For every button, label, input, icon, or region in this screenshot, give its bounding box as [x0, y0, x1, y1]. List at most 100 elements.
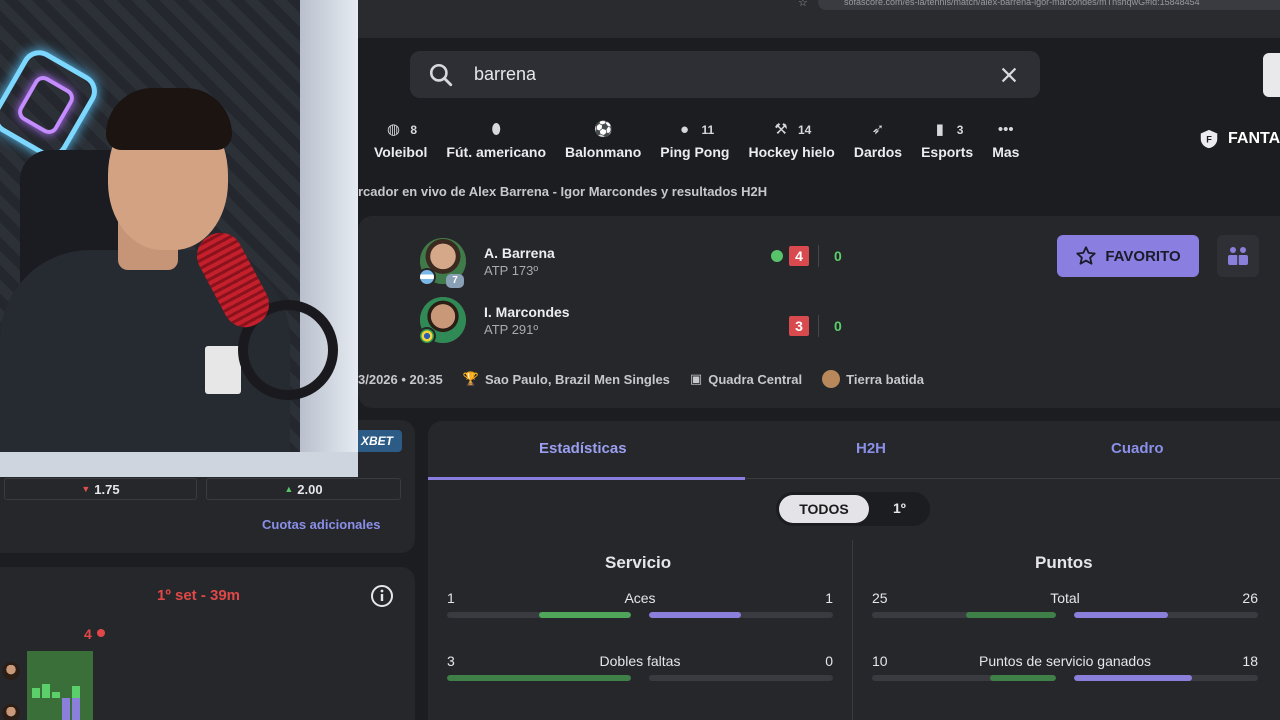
odd-away-value: 2.00 — [297, 481, 323, 497]
american-football-icon: ⬮ — [491, 121, 501, 138]
stat-home-fill — [447, 675, 631, 681]
sport-label: Esports — [921, 144, 974, 160]
stat-row-aces: 1 Aces 1 — [447, 590, 833, 626]
sport-item-esports[interactable]: ▮ 3 Esports — [921, 118, 973, 168]
momentum-graph — [27, 651, 93, 720]
more-odds-link[interactable]: Cuotas adicionales — [262, 517, 380, 532]
momentum-bar — [52, 692, 60, 698]
momentum-score: 4 — [84, 626, 92, 642]
sport-label: Mas — [992, 144, 1020, 160]
compare-players-icon — [1228, 247, 1248, 266]
match-datetime: 3/2026 • 20:35 — [358, 371, 443, 387]
webcam-overlay — [0, 0, 358, 477]
stat-away-value: 0 — [825, 653, 833, 669]
stat-label: Puntos de servicio ganados — [979, 653, 1151, 669]
stat-away-bar — [649, 675, 833, 681]
avatar — [418, 297, 466, 345]
sport-label: Hockey hielo — [748, 144, 835, 160]
bookmark-star-icon[interactable]: ☆ — [798, 0, 808, 9]
tournament-link[interactable]: 🏆 Sao Paulo, Brazil Men Singles — [463, 371, 670, 387]
player-row-home[interactable]: 7 A. Barrena ATP 173º — [418, 238, 555, 288]
player-row-away[interactable]: I. Marcondes ATP 291º — [418, 297, 570, 345]
stat-label: Total — [1050, 590, 1080, 606]
clay-surface-icon — [822, 370, 841, 388]
close-icon[interactable] — [998, 64, 1020, 86]
favorite-button[interactable]: FAVORITO — [1057, 235, 1199, 277]
tab-estadisticas[interactable]: Estadísticas — [539, 440, 627, 457]
stat-label: Dobles faltas — [599, 653, 681, 669]
tab-divider — [745, 478, 1280, 479]
sport-item-balonmano[interactable]: ⚽ Balonmano — [565, 118, 641, 168]
momentum-bar — [42, 684, 50, 698]
sport-count: 3 — [956, 123, 964, 137]
momentum-dot — [97, 629, 105, 637]
player-name: A. Barrena — [484, 244, 555, 261]
momentum-bar — [32, 688, 40, 698]
tab-cuadro[interactable]: Cuadro — [1111, 440, 1164, 457]
sport-count: 11 — [701, 123, 715, 137]
sport-label: Dardos — [853, 144, 903, 160]
score-divider — [818, 315, 819, 337]
stat-away-fill — [1074, 612, 1168, 618]
score-divider — [818, 245, 819, 267]
odd-home-value: 1.75 — [94, 481, 120, 497]
stat-row-dobles-faltas: 3 Dobles faltas 0 — [447, 653, 833, 689]
stat-away-bar — [1074, 675, 1258, 681]
sport-item-dardos[interactable]: ➶ Dardos — [854, 118, 902, 168]
court-icon: ▣ — [689, 371, 703, 386]
match-meta: 3/2026 • 20:35 🏆 Sao Paulo, Brazil Men S… — [358, 370, 944, 388]
sport-item-futbol-americano[interactable]: ⬮ Fút. americano — [446, 118, 546, 168]
momentum-bar — [62, 698, 70, 720]
stat-away-bar — [1074, 612, 1258, 618]
fantasy-label: FANTA — [1228, 130, 1280, 147]
stat-away-value: 1 — [825, 590, 833, 606]
serving-ball-icon — [771, 250, 783, 262]
shirt-logo — [205, 346, 241, 394]
header-button[interactable] — [1263, 53, 1280, 97]
tournament-name: Sao Paulo, Brazil Men Singles — [484, 371, 670, 387]
stat-home-bar — [447, 612, 631, 618]
info-icon[interactable] — [370, 584, 394, 608]
stat-home-bar — [447, 675, 631, 681]
darts-icon: ➶ — [871, 121, 885, 138]
game-score-home: 0 — [834, 248, 842, 264]
odd-away-button[interactable]: ▲ 2.00 — [206, 478, 401, 500]
avatar — [2, 704, 20, 720]
player-name: I. Marcondes — [484, 303, 570, 320]
streamer-hair — [106, 88, 232, 150]
search-input[interactable] — [474, 64, 954, 85]
sport-label: Voleibol — [374, 144, 428, 160]
sport-item-hockey-hielo[interactable]: ⚒ 14 Hockey hielo — [748, 118, 834, 168]
period-todos-button[interactable]: TODOS — [779, 495, 869, 523]
stat-label: Aces — [624, 590, 656, 606]
compare-button[interactable] — [1217, 235, 1259, 277]
sport-count: 14 — [797, 123, 812, 137]
search-bar[interactable] — [410, 51, 1040, 98]
tab-h2h[interactable]: H2H — [856, 440, 886, 457]
sport-label: Balonmano — [565, 144, 642, 160]
volleyball-icon: ◍ — [386, 121, 400, 138]
sport-item-ping-pong[interactable]: ● 11 Ping Pong — [660, 118, 729, 168]
fantasy-link[interactable]: F FANTA — [1198, 128, 1280, 150]
shield-icon: F — [1200, 129, 1218, 149]
stat-home-bar — [872, 675, 1056, 681]
odd-home-button[interactable]: ▼ 1.75 — [4, 478, 197, 500]
sport-item-voleibol[interactable]: ◍ 8 Voleibol — [374, 118, 427, 168]
esports-icon: ▮ — [935, 121, 944, 138]
favorite-label: FAVORITO — [1105, 247, 1181, 265]
bookmaker-logo[interactable]: XBET — [352, 430, 402, 452]
stat-home-fill — [539, 612, 631, 618]
sport-item-mas[interactable]: ••• Mas — [992, 118, 1019, 168]
surface-info: Tierra batida — [822, 370, 924, 388]
argentina-flag-icon — [418, 268, 436, 286]
screen: ☆ sofascore.com/es-la/tennis/match/alex-… — [0, 0, 1280, 720]
game-score-away: 0 — [834, 318, 842, 334]
stat-home-fill — [989, 675, 1056, 681]
seed-badge: 7 — [446, 274, 464, 288]
address-bar[interactable]: sofascore.com/es-la/tennis/match/alex-ba… — [818, 0, 1280, 10]
table-tennis-icon: ● — [679, 121, 690, 138]
momentum-bar — [72, 686, 80, 698]
period-first-set-button[interactable]: 1º — [893, 500, 906, 516]
desk-edge — [0, 452, 358, 477]
browser-toolbar: ☆ sofascore.com/es-la/tennis/match/alex-… — [358, 0, 1280, 38]
